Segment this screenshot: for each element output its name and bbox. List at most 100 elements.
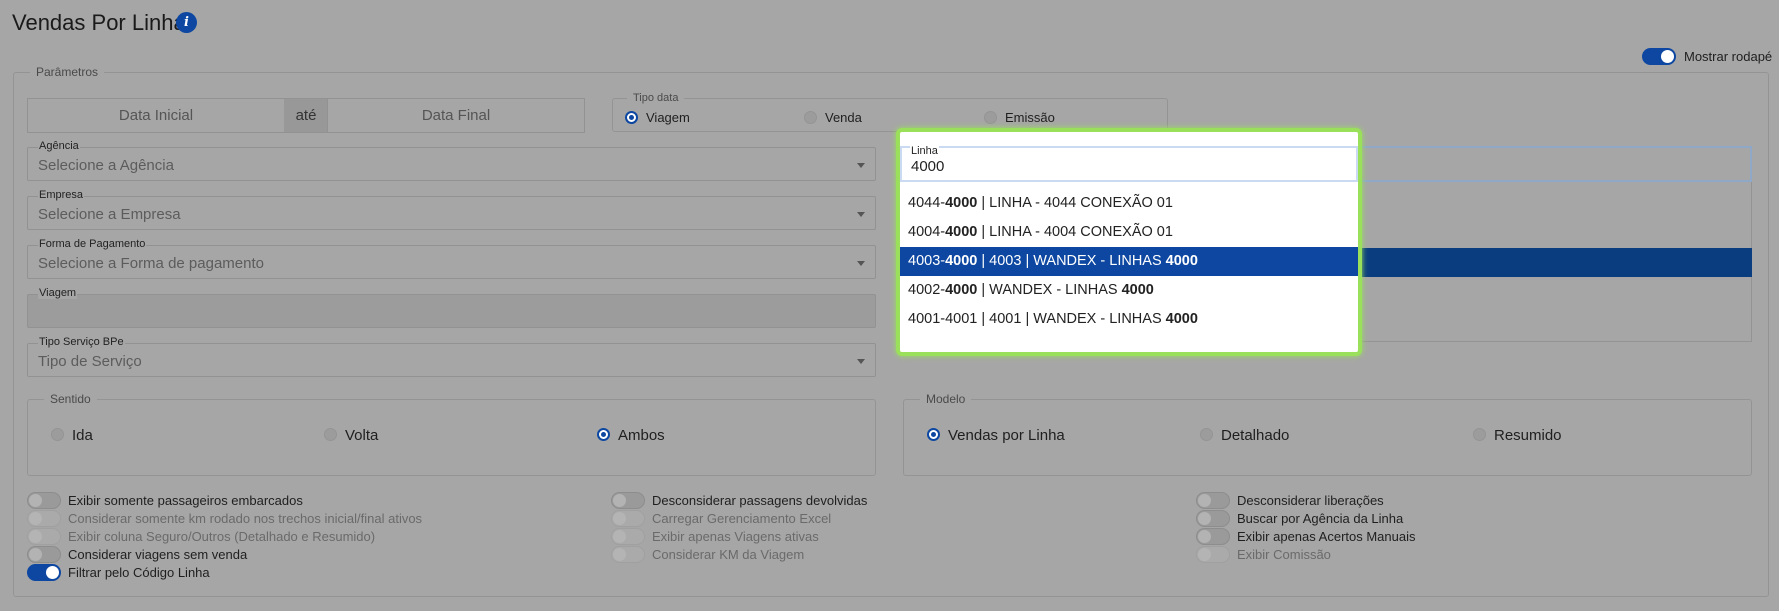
toggle-acertos-manuais[interactable] xyxy=(1196,528,1230,545)
chevron-down-icon xyxy=(857,359,865,364)
sentido-legend: Sentido xyxy=(50,392,91,406)
linha-option-text: | LINHA - 4004 CONEXÃO 01 xyxy=(977,224,1173,240)
linha-input[interactable]: Linha 4000 xyxy=(900,145,1358,182)
linha-option-match: 4000 xyxy=(1165,311,1198,327)
linha-option-text: 4003- xyxy=(908,253,946,269)
toggle-viagens-ativas[interactable] xyxy=(611,528,645,545)
empresa-placeholder: Selecione a Empresa xyxy=(38,206,181,223)
toggle-gerenciamento-excel[interactable] xyxy=(611,510,645,527)
linha-option-text: 4001-4001 | 4001 | WANDEX - LINHAS xyxy=(908,311,1166,327)
sentido-ambos-label: Ambos xyxy=(618,427,665,444)
date-separator: até xyxy=(284,98,328,133)
linha-option-text: 4044- xyxy=(908,195,946,211)
linha-option[interactable]: 4044-4000 | LINHA - 4044 CONEXÃO 01 xyxy=(900,189,1358,218)
chevron-down-icon xyxy=(857,163,865,168)
modelo-legend: Modelo xyxy=(926,392,966,406)
chevron-down-icon xyxy=(857,261,865,266)
tipo-data-viagem-radio[interactable] xyxy=(625,111,638,124)
linha-option[interactable]: 4001-4001 | 4001 | WANDEX - LINHAS 4000 xyxy=(900,305,1358,334)
linha-option-text: | 4003 | WANDEX - LINHAS xyxy=(977,253,1166,269)
data-final-input[interactable]: Data Final xyxy=(327,98,585,133)
toggle-desconsiderar-liberacoes[interactable] xyxy=(1196,492,1230,509)
linha-option-match: 4000 xyxy=(945,253,978,269)
chevron-down-icon xyxy=(857,212,865,217)
tipo-data-venda-radio[interactable] xyxy=(804,111,817,124)
toggle-seguro-outros-label: Exibir coluna Seguro/Outros (Detalhado e… xyxy=(68,529,376,544)
toggle-km-viagem-label: Considerar KM da Viagem xyxy=(652,547,805,562)
modelo-detalhado-label: Detalhado xyxy=(1221,427,1290,444)
agencia-select[interactable]: Agência Selecione a Agência xyxy=(27,140,876,181)
tipo-servico-placeholder: Tipo de Serviço xyxy=(38,353,142,370)
toggle-viagens-sem-venda-label: Considerar viagens sem venda xyxy=(68,547,248,562)
viagem-select[interactable]: Viagem xyxy=(27,287,876,328)
toggle-km-viagem[interactable] xyxy=(611,546,645,563)
agencia-placeholder: Selecione a Agência xyxy=(38,157,174,174)
toggle-filtrar-codigo-linha[interactable] xyxy=(27,564,61,581)
linha-value: 4000 xyxy=(911,158,945,175)
forma-pagamento-select[interactable]: Forma de Pagamento Selecione a Forma de … xyxy=(27,238,876,279)
sentido-volta-label: Volta xyxy=(345,427,379,444)
toggle-gerenciamento-excel-label: Carregar Gerenciamento Excel xyxy=(652,511,832,526)
toggle-agencia-da-linha[interactable] xyxy=(1196,510,1230,527)
tipo-data-group: Tipo data xyxy=(612,92,1168,132)
linha-label: Linha xyxy=(910,145,939,157)
toggle-agencia-da-linha-label: Buscar por Agência da Linha xyxy=(1237,511,1404,526)
empresa-label: Empresa xyxy=(38,189,85,201)
mostrar-rodape-toggle[interactable] xyxy=(1642,48,1676,65)
toggle-km-rodado-label: Considerar somente km rodado nos trechos… xyxy=(68,511,423,526)
tipo-data-legend: Tipo data xyxy=(633,92,679,104)
forma-pagamento-label: Forma de Pagamento xyxy=(38,238,147,250)
tipo-data-emissao-label: Emissão xyxy=(1005,110,1055,125)
linha-option-match: 4000 xyxy=(945,195,978,211)
linha-option-match: 4000 xyxy=(945,282,978,298)
toggle-passagens-devolvidas[interactable] xyxy=(611,492,645,509)
tipo-servico-select[interactable]: Tipo Serviço BPe Tipo de Serviço xyxy=(27,336,876,377)
mostrar-rodape-label: Mostrar rodapé xyxy=(1684,49,1773,64)
toggle-passageiros-embarcados-label: Exibir somente passageiros embarcados xyxy=(68,493,303,508)
linha-options-list: 4044-4000 | LINHA - 4044 CONEXÃO 01 4004-… xyxy=(900,189,1358,349)
sentido-volta-radio[interactable] xyxy=(324,428,337,441)
toggle-filtrar-codigo-linha-label: Filtrar pelo Código Linha xyxy=(68,565,210,580)
toggle-viagens-sem-venda[interactable] xyxy=(27,546,61,563)
agencia-label: Agência xyxy=(38,140,80,152)
linha-option-text: 4002- xyxy=(908,282,946,298)
linha-input-extension xyxy=(1358,146,1752,182)
sentido-group: Sentido xyxy=(27,392,876,476)
linha-autocomplete: Linha 4000 4044-4000 | LINHA - 4044 CONE… xyxy=(896,128,1362,356)
modelo-resumido-label: Resumido xyxy=(1494,427,1562,444)
toggle-passageiros-embarcados[interactable] xyxy=(27,492,61,509)
parametros-legend: Parâmetros xyxy=(36,65,99,79)
toggle-km-rodado[interactable] xyxy=(27,510,61,527)
toggle-passagens-devolvidas-label: Desconsiderar passagens devolvidas xyxy=(652,493,868,508)
info-icon[interactable]: i xyxy=(176,12,197,33)
sentido-ambos-radio[interactable] xyxy=(597,428,610,441)
empresa-select[interactable]: Empresa Selecione a Empresa xyxy=(27,189,876,230)
toggle-seguro-outros[interactable] xyxy=(27,528,61,545)
linha-option-text: | LINHA - 4044 CONEXÃO 01 xyxy=(977,195,1173,211)
toggle-viagens-ativas-label: Exibir apenas Viagens ativas xyxy=(652,529,819,544)
toggle-desconsiderar-liberacoes-label: Desconsiderar liberações xyxy=(1237,493,1384,508)
linha-option[interactable]: 4002-4000 | WANDEX - LINHAS 4000 xyxy=(900,276,1358,305)
tipo-data-emissao-radio[interactable] xyxy=(984,111,997,124)
sentido-ida-radio[interactable] xyxy=(51,428,64,441)
modelo-vendas-por-linha-radio[interactable] xyxy=(927,428,940,441)
linha-option[interactable]: 4004-4000 | LINHA - 4004 CONEXÃO 01 xyxy=(900,218,1358,247)
toggle-comissao[interactable] xyxy=(1196,546,1230,563)
toggle-acertos-manuais-label: Exibir apenas Acertos Manuais xyxy=(1237,529,1416,544)
linha-option-match: 4000 xyxy=(1165,253,1198,269)
linha-option-match: 4000 xyxy=(945,224,978,240)
modelo-resumido-radio[interactable] xyxy=(1473,428,1486,441)
forma-pagamento-placeholder: Selecione a Forma de pagamento xyxy=(38,255,264,272)
modelo-detalhado-radio[interactable] xyxy=(1200,428,1213,441)
linha-option[interactable]: 4003-4000 | 4003 | WANDEX - LINHAS 4000 xyxy=(900,247,1358,276)
linha-option-text: | WANDEX - LINHAS xyxy=(977,282,1122,298)
sentido-ida-label: Ida xyxy=(72,427,93,444)
linha-dropdown-selected-extension xyxy=(1358,248,1752,277)
page-title: Vendas Por Linha xyxy=(12,10,186,35)
viagem-label: Viagem xyxy=(38,287,78,299)
data-inicial-input[interactable]: Data Inicial xyxy=(27,98,285,133)
tipo-data-venda-label: Venda xyxy=(825,110,862,125)
tipo-servico-label: Tipo Serviço BPe xyxy=(38,336,125,348)
linha-option-match: 4000 xyxy=(1121,282,1154,298)
tipo-data-viagem-label: Viagem xyxy=(646,110,690,125)
